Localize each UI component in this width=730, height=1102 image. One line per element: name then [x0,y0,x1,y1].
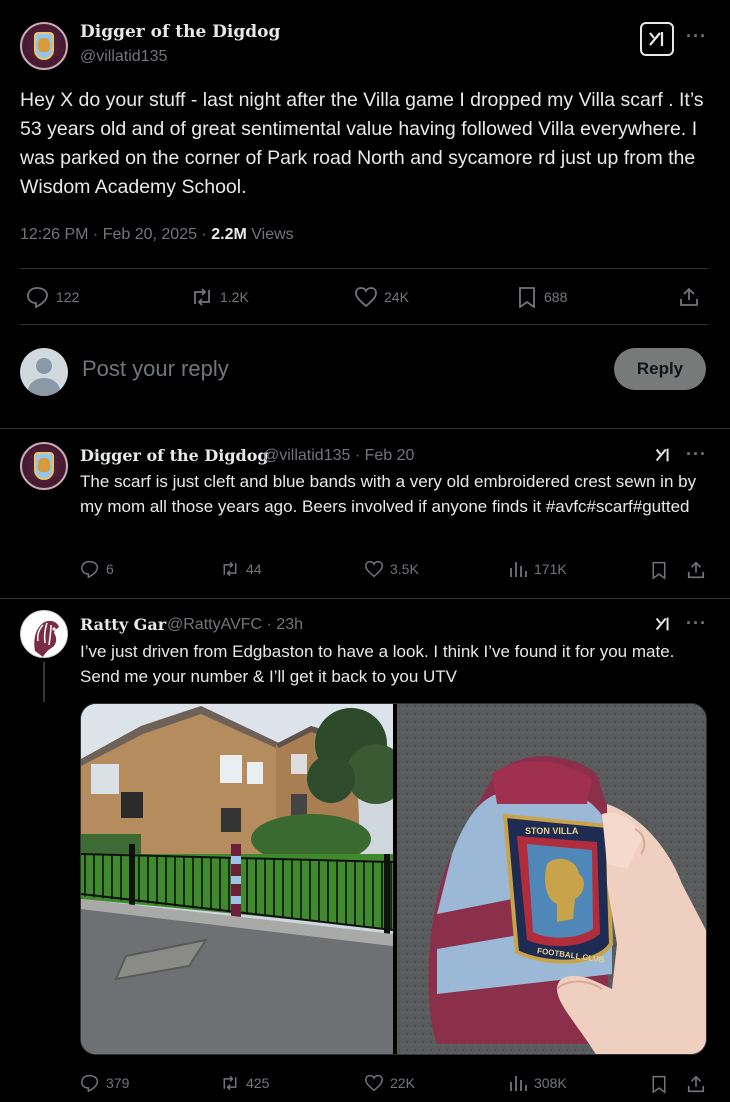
views-label: Views [246,226,294,243]
post-text: The scarf is just cleft and blue bands w… [80,472,697,516]
media-gallery[interactable]: STON VILLA FOOTBALL CLUB [80,703,707,1055]
bookmark-icon[interactable] [650,560,668,580]
post-time[interactable]: 12:26 PM · Feb 20, 2025 · [20,226,211,243]
repost-count: 425 [246,1075,270,1091]
repost-count: 44 [246,561,262,577]
more-icon[interactable]: ··· [686,444,707,465]
like-icon [364,1074,384,1092]
main-post: Digger of the Digdog @villatid135 ··· He… [0,0,730,428]
reply-action[interactable]: 379 [80,1074,129,1092]
reply-icon [26,286,50,308]
reply-icon [80,560,100,578]
reply-button[interactable]: Reply [614,348,706,390]
views-count: 2.2M [211,226,247,243]
reply-input[interactable]: Post your reply [82,356,229,382]
post-text: Hey X do your stuff - last night after t… [20,89,704,198]
more-icon[interactable]: ··· [686,26,707,47]
repost-icon [220,560,240,578]
author-handle[interactable]: @villatid135 [80,48,167,66]
like-icon [354,286,378,308]
views-count: 308K [534,1075,567,1091]
grok-icon[interactable] [652,444,674,466]
more-icon[interactable]: ··· [686,613,707,634]
author-handle[interactable]: @RattyAVFC · 23h [167,616,303,634]
author-name[interactable]: Digger of the Digdog [80,446,269,465]
reply-count: 379 [106,1075,130,1091]
reply-count: 6 [106,561,114,577]
views-action[interactable]: 171K [508,560,567,578]
repost-action[interactable]: 1.2K [190,286,249,308]
repost-icon [220,1074,240,1092]
like-count: 22K [390,1075,415,1091]
reply-icon [80,1074,100,1092]
crest-text-top: STON VILLA [525,826,579,836]
bookmark-action[interactable]: 688 [516,286,567,308]
share-icon[interactable] [686,560,706,580]
views-action[interactable]: 308K [508,1074,567,1092]
repost-action[interactable]: 44 [220,560,262,578]
author-handle[interactable]: @villatid135 · Feb 20 [263,447,414,465]
views-icon [508,1074,528,1092]
author-name[interactable]: Ratty Gar [80,615,166,634]
like-action[interactable]: 24K [354,286,409,308]
author-name[interactable]: Digger of the Digdog [80,22,280,42]
photo-scarf-crest[interactable]: STON VILLA FOOTBALL CLUB [397,704,706,1054]
share-icon[interactable] [678,286,700,308]
post-text: I’ve just driven from Edgbaston to have … [80,642,675,686]
thread-line [43,662,45,702]
bookmark-icon [516,286,538,308]
views-icon [508,560,528,578]
author-avatar[interactable] [20,610,68,658]
like-action[interactable]: 22K [364,1074,415,1092]
author-avatar[interactable] [20,22,68,70]
current-user-avatar [20,348,68,396]
repost-action[interactable]: 425 [220,1074,269,1092]
post-meta: 12:26 PM · Feb 20, 2025 · 2.2M Views [20,226,294,244]
like-icon [364,560,384,578]
reply-action[interactable]: 6 [80,560,114,578]
photo-street-fence[interactable] [81,704,393,1054]
author-avatar[interactable] [20,442,68,490]
like-count: 3.5K [390,561,419,577]
grok-icon[interactable] [640,22,674,56]
bookmark-count: 688 [544,289,568,305]
share-icon[interactable] [686,1074,706,1094]
bookmark-icon[interactable] [650,1074,668,1094]
reply-count: 122 [56,289,80,305]
repost-count: 1.2K [220,289,249,305]
views-count: 171K [534,561,567,577]
grok-icon[interactable] [652,613,674,635]
repost-icon [190,286,214,308]
reply-action[interactable]: 122 [26,286,79,308]
like-action[interactable]: 3.5K [364,560,419,578]
like-count: 24K [384,289,409,305]
